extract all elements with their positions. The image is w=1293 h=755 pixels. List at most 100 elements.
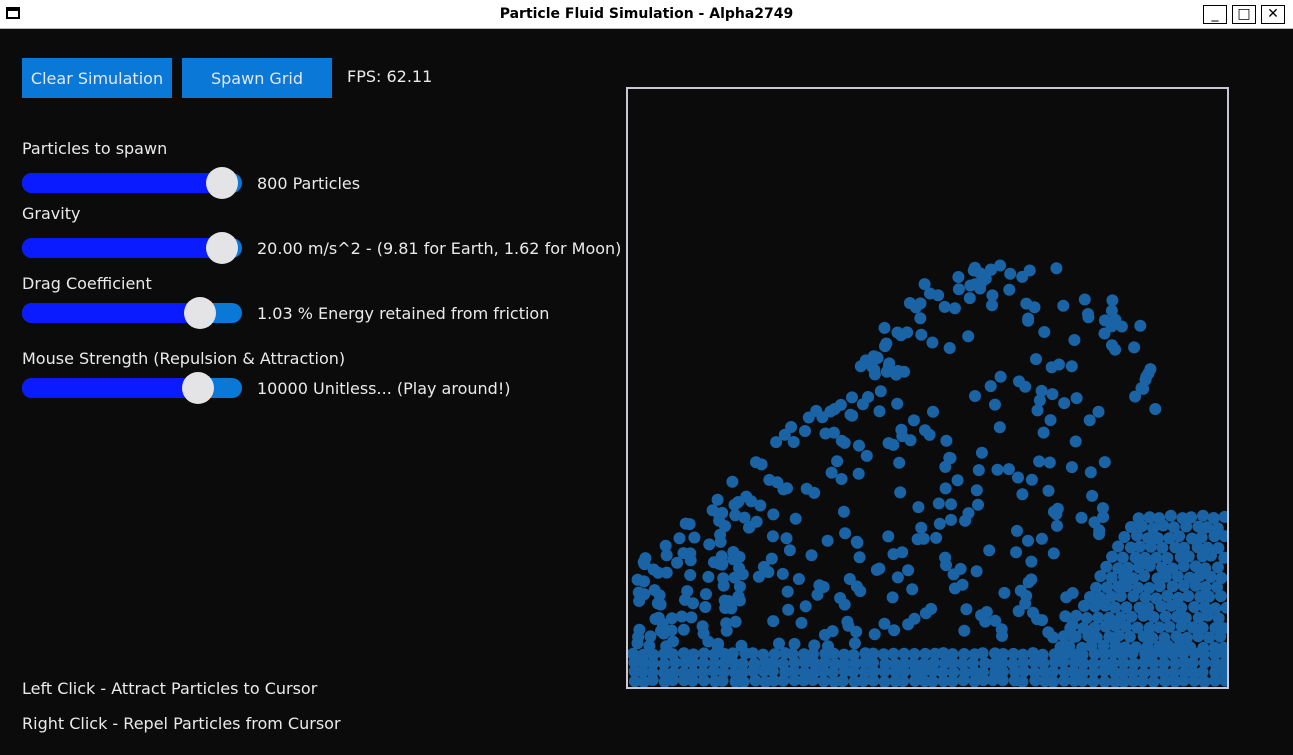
particle (852, 467, 865, 480)
particles-slider[interactable] (22, 167, 242, 199)
particle (677, 623, 690, 636)
clear-simulation-button[interactable]: Clear Simulation (22, 58, 172, 98)
particle (879, 340, 891, 353)
particle (853, 551, 866, 564)
particle (711, 493, 724, 506)
particle (933, 517, 946, 530)
particle (938, 300, 951, 313)
particle (878, 321, 891, 334)
particle (926, 336, 939, 349)
particle (826, 625, 839, 638)
particle (1019, 597, 1032, 610)
particle (677, 547, 690, 560)
particle (1059, 610, 1072, 623)
particle (1183, 571, 1196, 584)
particle (1083, 414, 1096, 427)
minimize-button[interactable]: _ (1203, 5, 1227, 24)
particle (816, 411, 829, 424)
title-bar[interactable]: Particle Fluid Simulation - Alpha2749 _ … (0, 0, 1293, 29)
particle (915, 521, 928, 534)
particle (1016, 648, 1029, 661)
gravity-slider[interactable] (22, 232, 242, 264)
particle (882, 530, 895, 543)
particle (1037, 426, 1050, 439)
particle (847, 649, 860, 661)
particle (989, 398, 1001, 411)
particle (1051, 519, 1063, 532)
particle (783, 544, 796, 557)
particle (1153, 512, 1166, 525)
particle (1130, 641, 1143, 654)
maximize-button[interactable]: □ (1232, 5, 1256, 24)
drag-slider-fill (22, 303, 211, 323)
particle (688, 531, 701, 544)
particle (726, 475, 739, 488)
particle (652, 566, 665, 579)
particle (868, 628, 881, 641)
simulation-canvas[interactable] (626, 87, 1229, 689)
particle (839, 527, 852, 540)
particle (766, 530, 779, 543)
particle (1161, 552, 1174, 564)
spawn-grid-button[interactable]: Spawn Grid (182, 58, 332, 98)
close-button[interactable]: ✕ (1261, 5, 1285, 24)
particle (1043, 456, 1056, 469)
particle (1147, 522, 1160, 535)
particle (703, 538, 716, 551)
drag-value: 1.03 % Energy retained from friction (257, 304, 550, 323)
particle (1127, 572, 1140, 585)
particle (651, 597, 664, 610)
particle (868, 368, 881, 381)
particle (859, 354, 872, 367)
particle (837, 505, 850, 518)
particle (720, 624, 733, 637)
particle (1065, 360, 1078, 373)
particle (843, 573, 856, 585)
particle (1199, 562, 1212, 575)
particle (1014, 584, 1027, 597)
particle (727, 553, 740, 566)
particle (932, 289, 945, 302)
particle (1188, 601, 1201, 613)
particle (1002, 463, 1015, 476)
window-title: Particle Fluid Simulation - Alpha2749 (499, 6, 794, 22)
gravity-slider-handle[interactable] (206, 232, 238, 264)
mouse-strength-slider[interactable] (22, 372, 242, 404)
particle (714, 535, 727, 548)
particle (1185, 511, 1198, 524)
particle (902, 564, 915, 577)
particle (673, 532, 686, 545)
particle (1135, 382, 1148, 395)
particle (915, 328, 928, 341)
particle (1212, 542, 1225, 554)
drag-slider-handle[interactable] (184, 297, 217, 329)
particle (743, 521, 755, 534)
particle (952, 283, 965, 296)
particle (1109, 601, 1122, 614)
particle (795, 616, 808, 629)
particle (923, 428, 936, 441)
particle (1030, 353, 1042, 366)
drag-slider[interactable] (22, 297, 242, 329)
particle-field (628, 259, 1227, 687)
particle (1106, 294, 1119, 307)
particle (632, 586, 645, 599)
particle (1098, 314, 1111, 327)
particle (735, 639, 748, 652)
right-click-hint: Right Click - Repel Particles from Curso… (22, 714, 341, 733)
particle (1100, 560, 1113, 573)
particle (786, 647, 799, 660)
particle (974, 282, 987, 295)
particle (1031, 613, 1044, 626)
gravity-value: 20.00 m/s^2 - (9.81 for Earth, 1.62 for … (257, 239, 622, 258)
particle (1199, 581, 1212, 593)
particle (1031, 404, 1044, 417)
particle (1050, 262, 1063, 275)
particle (906, 583, 919, 596)
particle (1139, 551, 1151, 564)
particle (736, 657, 749, 670)
particle (819, 427, 832, 440)
particle (1179, 611, 1192, 624)
mouse-strength-slider-handle[interactable] (182, 372, 214, 404)
particles-slider-handle[interactable] (206, 167, 238, 199)
